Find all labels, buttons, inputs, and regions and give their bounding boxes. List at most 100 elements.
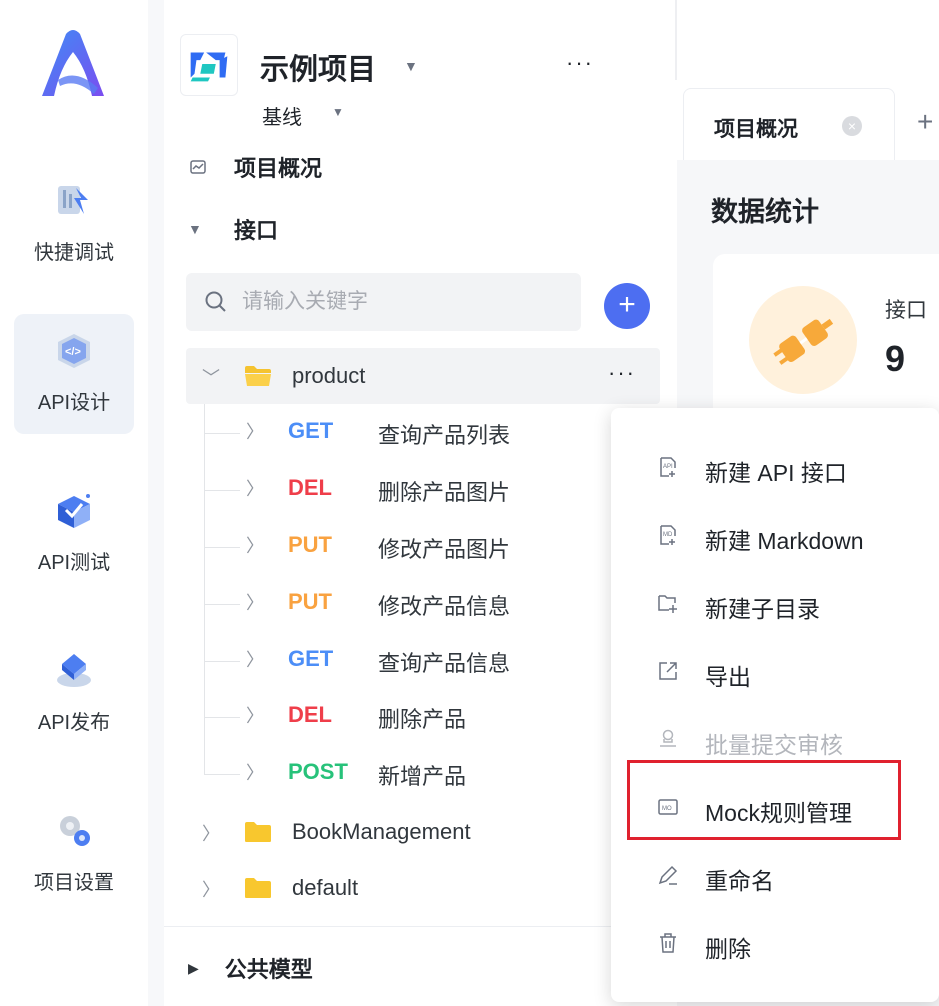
api-name: 新增产品 <box>378 764 467 789</box>
menu-item-rename[interactable]: 重命名 <box>611 848 939 904</box>
folder-label: product <box>292 363 366 388</box>
stat-label: 接口 <box>885 299 927 322</box>
rail-item-quick-debug[interactable]: 快捷调试 <box>14 164 134 284</box>
menu-item-label: 批量提交审核 <box>705 732 843 758</box>
rail-item-label: 项目设置 <box>34 872 114 894</box>
api-item[interactable]: 〉 PUT 修改产品信息 <box>204 579 604 629</box>
api-item[interactable]: 〉 GET 查询产品信息 <box>204 636 604 686</box>
stat-card-interfaces: 接口 9 <box>713 254 939 434</box>
api-name: 查询产品信息 <box>378 651 511 676</box>
highlight-box <box>627 760 901 840</box>
svg-text:</>: </> <box>65 346 81 358</box>
baseline-caret-icon[interactable]: ▼ <box>332 105 344 119</box>
folder-default[interactable]: 〉 default <box>186 860 660 916</box>
baseline-selector[interactable]: 基线 <box>262 101 302 130</box>
method-badge: POST <box>288 759 348 784</box>
rail-item-project-settings[interactable]: 项目设置 <box>14 794 134 914</box>
menu-item-new-api[interactable]: API 新建 API 接口 <box>611 440 939 496</box>
app-logo-icon[interactable] <box>36 28 110 100</box>
menu-item-label: 重命名 <box>705 868 774 894</box>
method-badge: GET <box>288 418 334 443</box>
project-more-button[interactable]: ··· <box>566 50 594 76</box>
nav-label: 公共模型 <box>224 957 313 982</box>
method-badge: PUT <box>288 532 332 557</box>
folder-bookmanagement[interactable]: 〉 BookManagement <box>186 804 660 860</box>
folder-icon <box>245 878 271 898</box>
api-tree-panel: 示例项目 ▼ ··· 基线 ▼ 项目概况 ▼ 接口 + ﹀ product ··… <box>164 0 676 1006</box>
method-badge: GET <box>288 646 334 671</box>
add-tab-button[interactable]: + <box>917 106 933 138</box>
caret-down-icon[interactable]: ▼ <box>188 221 208 237</box>
api-publish-icon <box>57 654 91 687</box>
rail-item-api-publish[interactable]: API发布 <box>14 634 134 754</box>
open-folder-icon <box>245 366 271 386</box>
chevron-right-icon[interactable]: 〉 <box>246 759 264 785</box>
section-divider <box>164 926 676 927</box>
nav-public-models[interactable]: ▶ 公共模型 <box>188 952 313 984</box>
search-input[interactable] <box>242 285 562 319</box>
caret-right-icon[interactable]: ▶ <box>188 960 199 977</box>
tab-project-overview[interactable]: 项目概况 × <box>683 88 895 160</box>
menu-item-new-markdown[interactable]: MD 新建 Markdown <box>611 508 939 564</box>
close-icon[interactable]: × <box>842 116 862 136</box>
menu-item-export[interactable]: 导出 <box>611 644 939 700</box>
nav-project-overview[interactable]: 项目概况 <box>188 150 322 184</box>
menu-item-label: 新建 API 接口 <box>705 460 847 486</box>
svg-text:MD: MD <box>663 532 673 538</box>
folder-label: BookManagement <box>292 819 471 844</box>
menu-item-label: 导出 <box>705 664 751 690</box>
chevron-right-icon[interactable]: 〉 <box>246 532 264 558</box>
chevron-right-icon[interactable]: 〉 <box>246 589 264 615</box>
add-button[interactable]: + <box>604 283 650 329</box>
panel-divider <box>148 0 164 1006</box>
tab-label: 项目概况 <box>714 118 798 141</box>
folder-more-button[interactable]: ··· <box>608 360 636 386</box>
chevron-right-icon[interactable]: 〉 <box>246 646 264 672</box>
api-item[interactable]: 〉 DEL 删除产品 <box>204 692 604 742</box>
menu-item-label: 新建子目录 <box>705 596 820 622</box>
chevron-down-icon[interactable]: ﹀ <box>202 364 220 390</box>
rail-item-api-design[interactable]: </> API设计 <box>14 314 134 434</box>
chevron-right-icon[interactable]: 〉 <box>202 876 220 902</box>
folder-label: default <box>292 875 359 900</box>
api-item[interactable]: 〉 PUT 修改产品图片 <box>204 522 604 572</box>
search-icon <box>205 291 226 312</box>
rail-item-label: 快捷调试 <box>34 242 114 264</box>
plug-icon <box>749 286 857 394</box>
api-test-icon <box>58 494 90 528</box>
search-box <box>186 273 581 331</box>
chevron-right-icon[interactable]: 〉 <box>202 820 220 846</box>
nav-interfaces[interactable]: ▼ 接口 <box>188 212 278 246</box>
new-markdown-icon: MD <box>660 525 676 545</box>
rail-item-api-test[interactable]: API测试 <box>14 474 134 594</box>
settings-gear-icon <box>60 816 90 846</box>
project-logo-icon <box>180 34 238 96</box>
method-badge: DEL <box>288 475 332 500</box>
tab-bar: 项目概况 × + <box>677 84 939 160</box>
project-name[interactable]: 示例项目 <box>260 46 376 88</box>
nav-label: 项目概况 <box>234 156 323 181</box>
menu-item-label: 删除 <box>705 936 751 962</box>
api-item[interactable]: 〉 GET 查询产品列表 <box>204 408 604 458</box>
menu-item-new-subfolder[interactable]: 新建子目录 <box>611 576 939 632</box>
rail-item-label: API设计 <box>37 392 111 414</box>
api-item[interactable]: 〉 POST 新增产品 <box>204 749 604 799</box>
new-api-icon: API <box>660 457 676 477</box>
nav-label: 接口 <box>234 218 279 243</box>
project-caret-icon[interactable]: ▼ <box>404 58 418 74</box>
api-name: 删除产品图片 <box>378 480 511 505</box>
menu-item-delete[interactable]: 删除 <box>611 916 939 972</box>
overview-chart-icon <box>190 160 206 174</box>
chevron-right-icon[interactable]: 〉 <box>246 475 264 501</box>
quick-debug-icon <box>58 186 88 214</box>
chevron-right-icon[interactable]: 〉 <box>246 702 264 728</box>
stat-value: 9 <box>885 338 906 379</box>
api-item[interactable]: 〉 DEL 删除产品图片 <box>204 465 604 515</box>
api-name: 修改产品信息 <box>378 594 511 619</box>
folder-product[interactable]: ﹀ product ··· <box>186 348 660 404</box>
delete-trash-icon <box>660 933 676 953</box>
rail-item-label: API测试 <box>37 552 111 574</box>
rename-pencil-icon <box>658 865 678 885</box>
chevron-right-icon[interactable]: 〉 <box>246 418 264 444</box>
folder-context-menu: API 新建 API 接口 MD 新建 Markdown 新建子目录 导出 批量… <box>611 408 939 1002</box>
